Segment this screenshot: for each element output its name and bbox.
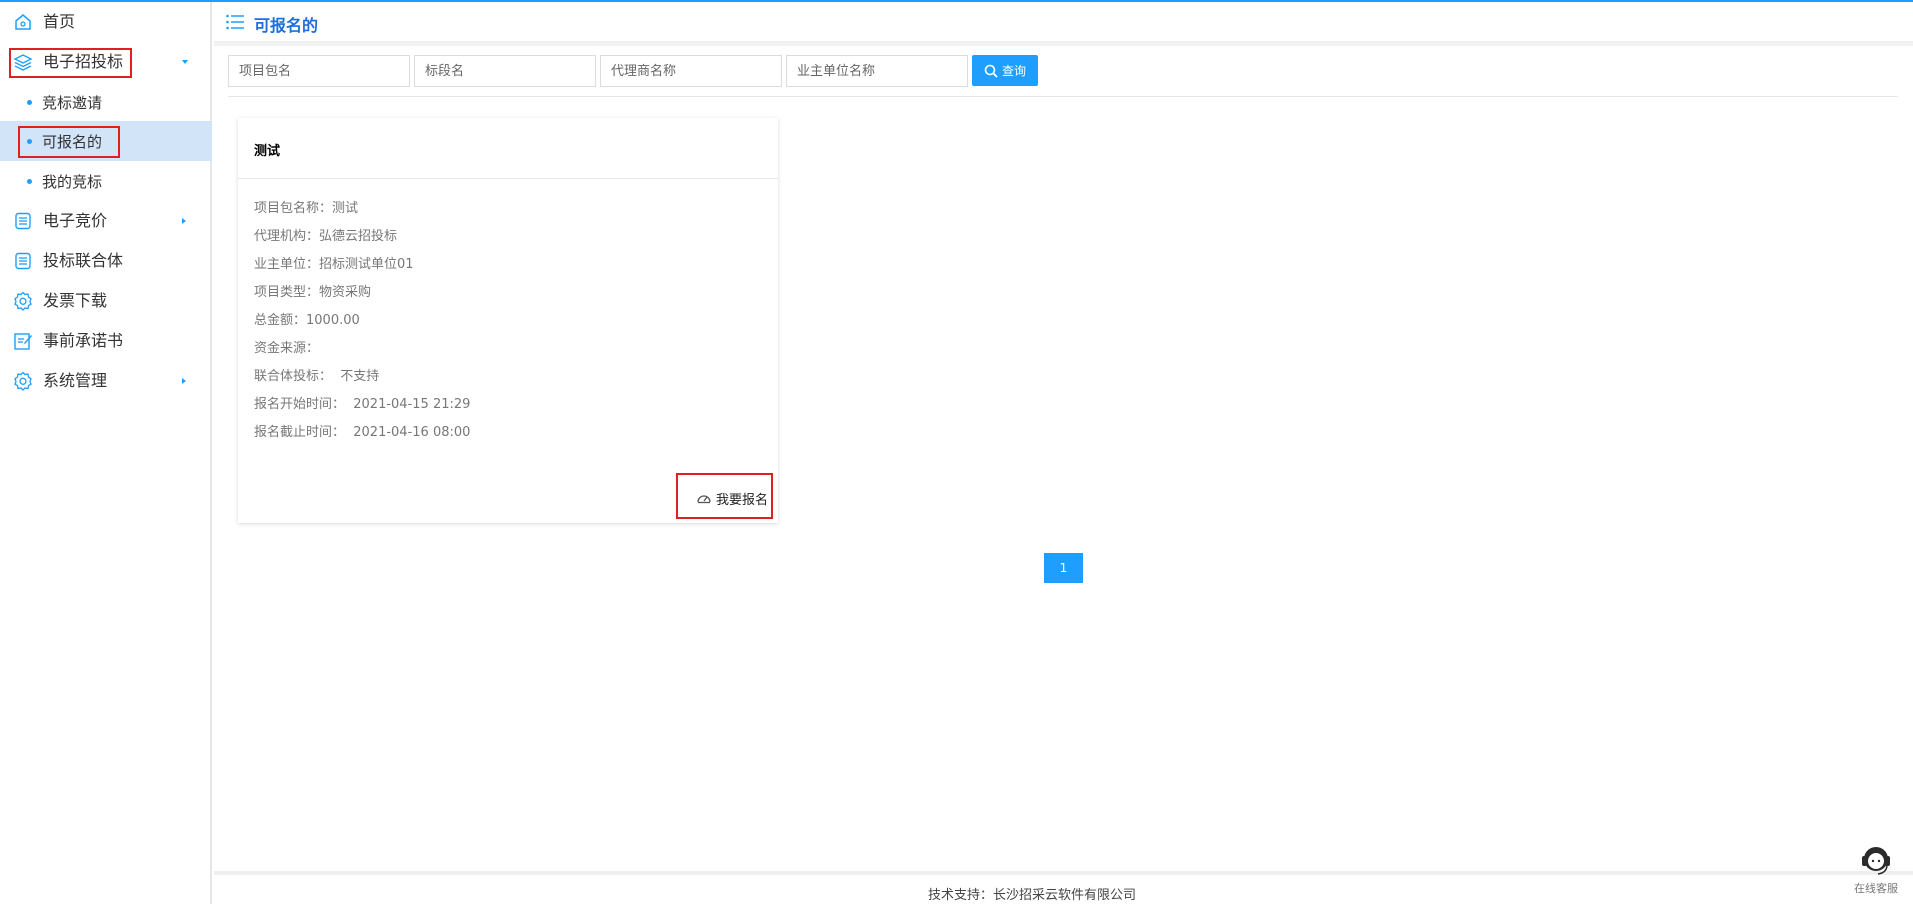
card-row-agency: 代理机构：弘德云招投标 bbox=[254, 229, 398, 244]
sidebar-subitem-bid-invitation[interactable]: 竞标邀请 bbox=[0, 82, 212, 122]
card-title: 测试 bbox=[254, 144, 281, 159]
bullet-dot-icon bbox=[27, 138, 32, 144]
sidebar-subitem-label: 可报名的 bbox=[42, 132, 103, 151]
card-row-package-name: 项目包名称：测试 bbox=[254, 201, 359, 216]
card-row-signup-end: 报名截止时间： 2021-04-16 08:00 bbox=[254, 425, 471, 440]
edit-doc-icon bbox=[12, 330, 34, 352]
chevron-right-icon bbox=[182, 378, 186, 384]
card-row-total-amount: 总金额：1000.00 bbox=[254, 313, 360, 328]
chevron-right-icon bbox=[182, 218, 186, 224]
section-name-input[interactable] bbox=[414, 55, 596, 87]
bullet-dot-icon bbox=[27, 178, 32, 184]
gear-icon bbox=[12, 290, 34, 312]
sidebar-subitem-available[interactable]: 可报名的 bbox=[0, 121, 212, 161]
sidebar-subitem-my-bids[interactable]: 我的竞标 bbox=[0, 161, 212, 201]
card-divider bbox=[238, 178, 778, 179]
sidebar-item-label: 电子招投标 bbox=[43, 52, 124, 71]
sidebar-item-e-bidding[interactable]: 电子招投标 bbox=[0, 42, 212, 82]
chevron-down-icon bbox=[182, 60, 188, 64]
online-service-widget[interactable]: 在线客服 bbox=[1848, 838, 1904, 895]
list-icon bbox=[12, 250, 34, 272]
sidebar-item-label: 系统管理 bbox=[43, 371, 108, 390]
query-button[interactable]: 查询 bbox=[972, 55, 1038, 86]
sidebar-item-label: 电子竞价 bbox=[43, 211, 108, 230]
card-row-type: 项目类型：物资采购 bbox=[254, 285, 372, 300]
page-title: 可报名的 bbox=[254, 16, 319, 35]
query-button-label: 查询 bbox=[1001, 64, 1026, 78]
card-row-owner: 业主单位：招标测试单位01 bbox=[254, 257, 414, 272]
card-row-fund-source: 资金来源： bbox=[254, 341, 320, 356]
online-service-label: 在线客服 bbox=[1854, 882, 1898, 895]
sidebar-subitem-label: 我的竞标 bbox=[42, 172, 103, 191]
signup-button-label: 我要报名 bbox=[715, 492, 768, 508]
page-header: 可报名的 bbox=[214, 2, 1913, 42]
search-icon bbox=[984, 64, 998, 78]
sidebar-subitem-label: 竞标邀请 bbox=[42, 93, 103, 112]
sidebar-item-label: 首页 bbox=[43, 12, 76, 31]
headset-icon bbox=[1862, 847, 1890, 875]
sidebar-item-system-management[interactable]: 系统管理 bbox=[0, 361, 212, 401]
agent-name-input[interactable] bbox=[600, 55, 782, 87]
search-divider bbox=[228, 96, 1898, 97]
card-row-consortium: 联合体投标： 不支持 bbox=[254, 369, 380, 384]
card-row-signup-start: 报名开始时间： 2021-04-15 21:29 bbox=[254, 397, 471, 412]
sidebar-item-label: 发票下载 bbox=[43, 291, 108, 310]
project-card: 测试 项目包名称：测试 代理机构：弘德云招投标 业主单位：招标测试单位01 项目… bbox=[238, 118, 778, 523]
package-name-input[interactable] bbox=[228, 55, 410, 87]
sidebar-item-pre-commitment[interactable]: 事前承诺书 bbox=[0, 321, 212, 361]
pagination-page-1[interactable]: 1 bbox=[1044, 553, 1083, 583]
footer-copyright: 技术支持：长沙招采云软件有限公司 bbox=[927, 888, 1136, 903]
header-divider bbox=[214, 42, 1913, 46]
signup-button[interactable]: 我要报名 bbox=[694, 487, 770, 509]
bullet-dot-icon bbox=[27, 99, 32, 105]
sidebar-item-label: 投标联合体 bbox=[43, 251, 124, 270]
home-icon bbox=[12, 11, 34, 33]
sidebar-item-invoice-download[interactable]: 发票下载 bbox=[0, 281, 212, 321]
layers-icon bbox=[12, 51, 34, 73]
sidebar-item-label: 事前承诺书 bbox=[43, 331, 124, 350]
list-menu-icon bbox=[226, 14, 244, 30]
list-icon bbox=[12, 210, 34, 232]
sidebar-item-e-auction[interactable]: 电子竞价 bbox=[0, 201, 212, 241]
sidebar-item-consortium[interactable]: 投标联合体 bbox=[0, 241, 212, 281]
sidebar: 首页 电子招投标 竞标邀请 可报名的 我的竞标 电子竞价 投标联合体 发票下载 … bbox=[0, 2, 212, 904]
gauge-icon bbox=[697, 495, 711, 504]
gear-icon bbox=[12, 370, 34, 392]
footer-divider bbox=[214, 871, 1913, 875]
owner-unit-input[interactable] bbox=[786, 55, 968, 87]
sidebar-item-home[interactable]: 首页 bbox=[0, 2, 212, 42]
